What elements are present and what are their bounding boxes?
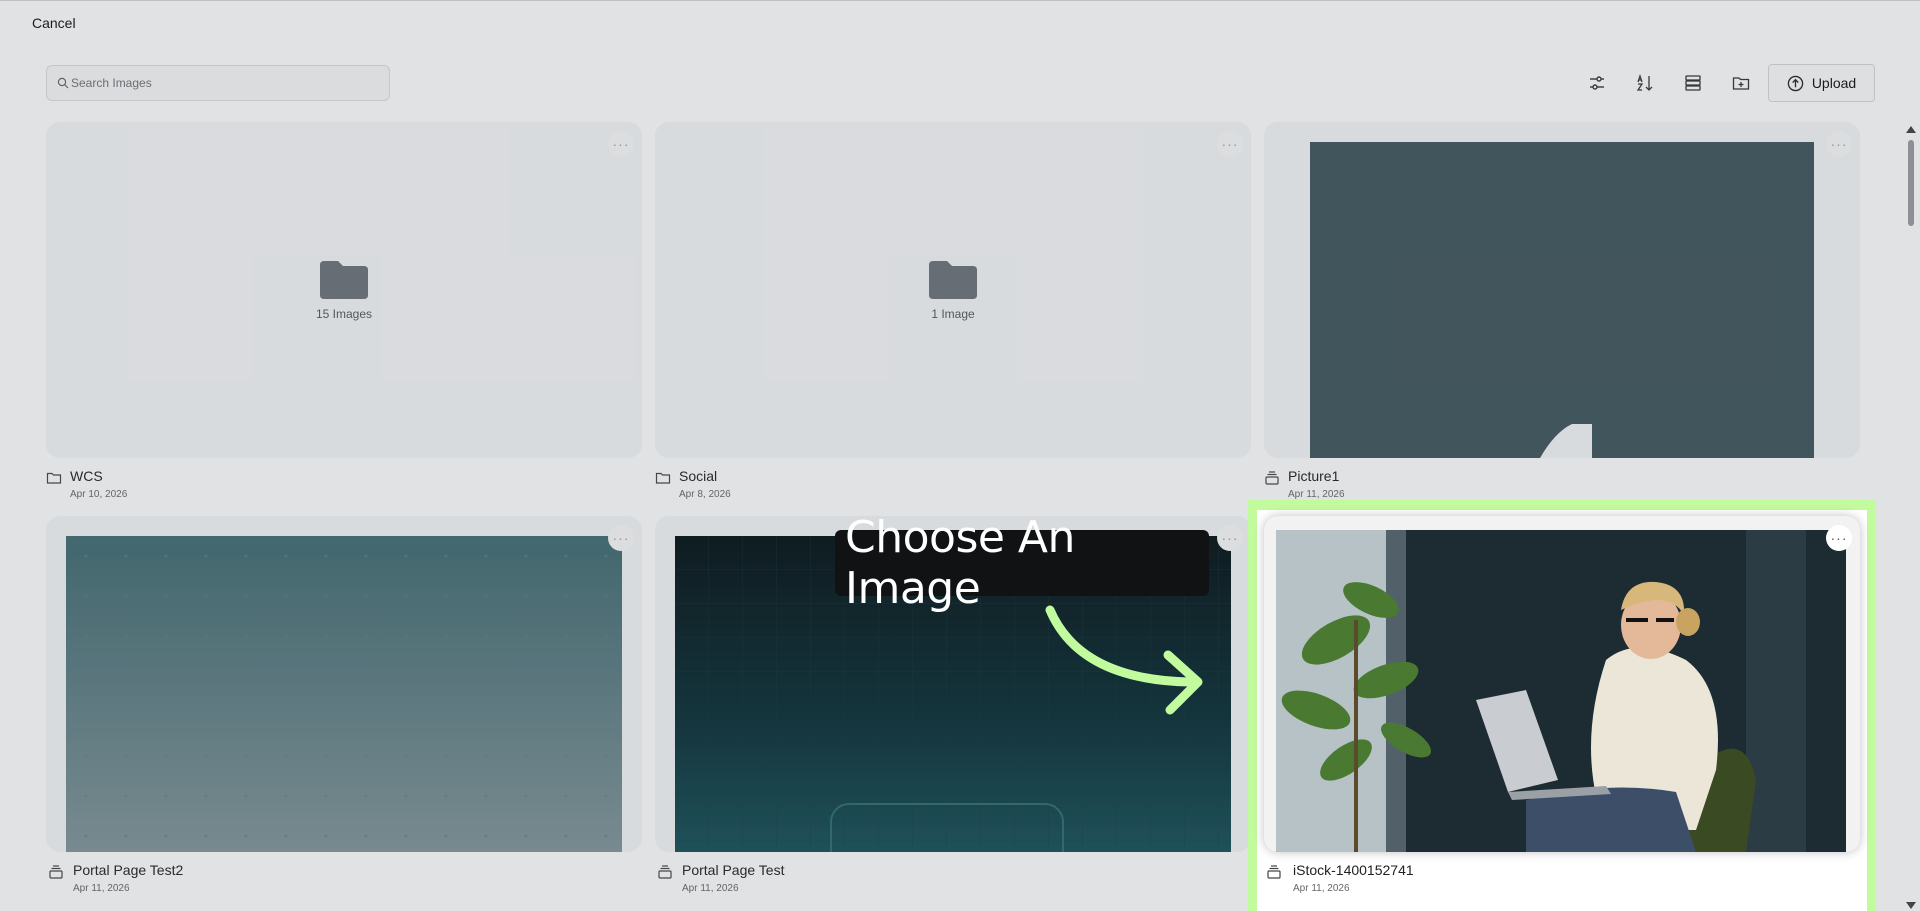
item-date: Apr 10, 2026 bbox=[70, 489, 128, 500]
scrollbar-thumb[interactable] bbox=[1908, 140, 1914, 226]
item-name[interactable]: Portal Page Test bbox=[682, 862, 784, 878]
image-thumbnail[interactable]: ··· bbox=[1264, 122, 1860, 458]
folder-thumbnail[interactable]: ··· 15 Images bbox=[46, 122, 642, 458]
folder-image-count: 1 Image bbox=[931, 307, 975, 321]
folder-outline-icon bbox=[655, 472, 671, 484]
scroll-down-arrow-icon[interactable] bbox=[1906, 902, 1916, 909]
cancel-button[interactable]: Cancel bbox=[32, 15, 76, 31]
item-name[interactable]: WCS bbox=[70, 468, 103, 484]
filter-button[interactable] bbox=[1584, 70, 1610, 96]
image-stack-icon bbox=[1265, 471, 1279, 485]
more-options-button[interactable]: ··· bbox=[608, 525, 634, 551]
item-name[interactable]: Social bbox=[679, 468, 717, 484]
upload-label: Upload bbox=[1811, 75, 1857, 91]
folder-outline-icon bbox=[46, 472, 62, 484]
upload-button[interactable]: Upload bbox=[1768, 64, 1875, 102]
top-bar: Cancel bbox=[0, 0, 1920, 44]
curved-arrow-icon bbox=[1045, 605, 1203, 715]
upload-icon bbox=[1787, 75, 1804, 91]
image-stack-icon bbox=[658, 865, 672, 879]
woman-laptop-photo bbox=[1276, 530, 1846, 852]
search-input[interactable] bbox=[71, 76, 371, 90]
more-options-button[interactable]: ··· bbox=[1826, 131, 1852, 157]
sort-button[interactable] bbox=[1632, 70, 1658, 96]
scrollbar[interactable] bbox=[1904, 120, 1918, 911]
item-date: Apr 8, 2026 bbox=[679, 489, 731, 500]
list-view-icon bbox=[1685, 75, 1701, 91]
new-folder-button[interactable] bbox=[1728, 70, 1754, 96]
search-box[interactable] bbox=[46, 65, 390, 101]
portal-page-preview bbox=[66, 536, 622, 852]
item-name[interactable]: iStock-1400152741 bbox=[1293, 862, 1414, 878]
item-date: Apr 11, 2026 bbox=[73, 883, 130, 894]
folder-thumbnail[interactable]: ··· 1 Image bbox=[655, 122, 1251, 458]
folder-image-count: 15 Images bbox=[315, 307, 373, 321]
more-options-button[interactable]: ··· bbox=[1217, 525, 1243, 551]
list-view-button[interactable] bbox=[1680, 70, 1706, 96]
folder-plus-icon bbox=[1732, 77, 1750, 90]
image-thumbnail[interactable]: ··· bbox=[1264, 516, 1860, 852]
folder-icon bbox=[320, 261, 368, 299]
scroll-up-arrow-icon[interactable] bbox=[1906, 126, 1916, 133]
item-date: Apr 11, 2026 bbox=[682, 883, 739, 894]
picture-preview bbox=[1310, 142, 1814, 458]
image-stack-icon bbox=[1267, 865, 1281, 879]
choose-image-callout: Choose An Image bbox=[835, 512, 1209, 614]
folder-icon bbox=[929, 261, 977, 299]
more-options-button[interactable]: ··· bbox=[608, 131, 634, 157]
search-icon bbox=[57, 77, 69, 89]
item-name[interactable]: Portal Page Test2 bbox=[73, 862, 183, 878]
callout-text: Choose An Image bbox=[845, 512, 1075, 614]
image-thumbnail[interactable]: ··· bbox=[46, 516, 642, 852]
item-name[interactable]: Picture1 bbox=[1288, 468, 1339, 484]
item-date: Apr 11, 2026 bbox=[1293, 883, 1350, 894]
more-options-button[interactable]: ··· bbox=[1217, 131, 1243, 157]
more-options-button[interactable]: ··· bbox=[1826, 525, 1852, 551]
image-stack-icon bbox=[49, 865, 63, 879]
item-date: Apr 11, 2026 bbox=[1288, 489, 1345, 500]
sliders-icon bbox=[1590, 76, 1604, 90]
sort-az-icon bbox=[1636, 73, 1653, 91]
